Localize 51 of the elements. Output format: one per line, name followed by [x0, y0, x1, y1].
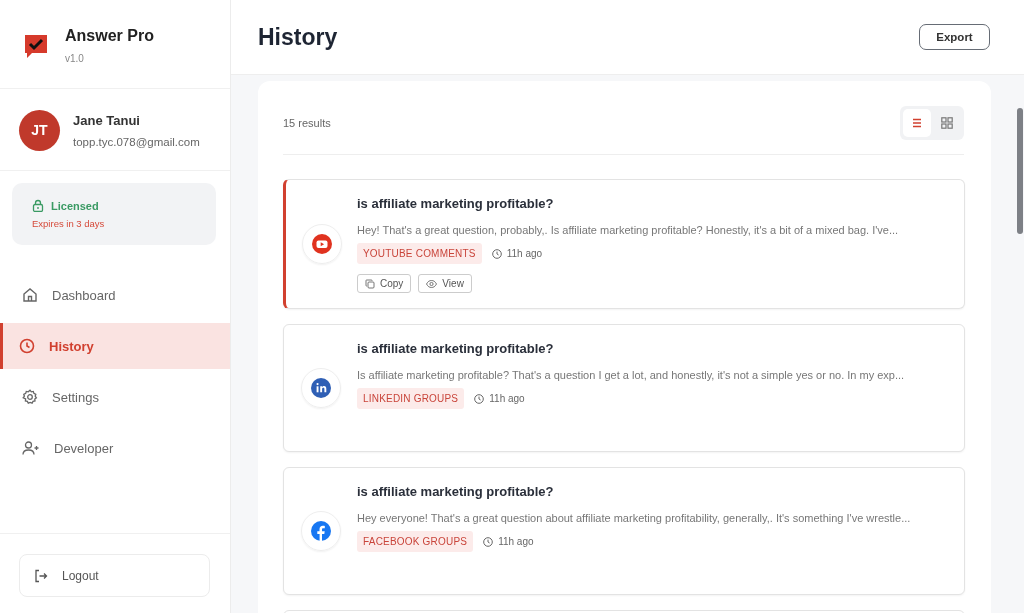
- history-card[interactable]: is affiliate marketing profitable? Hey everyone! That's a great question about affiliate marketing profitability, generally,. It's something I've wrestle... FACEBOOK GROUPS 11h ago: [283, 467, 965, 595]
- nav-item[interactable]: Developer: [0, 425, 230, 471]
- answer-excerpt: Hey everyone! That's a great question about affiliate marketing profitability, generally,. It's something I've wrestle...: [357, 512, 911, 524]
- answer-excerpt: Is affiliate marketing profitable? That's a question I get a lot, and honestly, it's not a simple yes or no. In my exp...: [357, 369, 905, 381]
- license-status: Licensed: [51, 199, 99, 212]
- platform-tag: YOUTUBE COMMENTS: [357, 243, 482, 264]
- clock-icon: [483, 536, 494, 547]
- scrollbar-thumb[interactable]: [1017, 108, 1023, 234]
- history-card[interactable]: is affiliate marketing profitable? Is affiliate marketing profitable? That's a question I get a lot, and honestly, it's not a simple yes or no. In my exp... LINKEDIN GROUPS 11h ago: [283, 324, 965, 452]
- nav-item[interactable]: Settings: [0, 374, 230, 420]
- home-icon: [22, 287, 38, 303]
- timestamp: 11h ago: [489, 393, 525, 404]
- avatar: JT: [19, 109, 60, 151]
- question-title: is affiliate marketing profitable?: [357, 484, 555, 499]
- answer-excerpt: Hey! That's a great question, probably,. Is affiliate marketing profitable? Honestly, it's a bit of a mixed bag. I've...: [357, 224, 899, 236]
- linkedin-icon: [310, 378, 331, 398]
- nav-item[interactable]: History: [0, 323, 230, 369]
- video-play-icon: [311, 234, 332, 254]
- view-button[interactable]: View: [418, 274, 472, 293]
- results-count: 15 results: [283, 117, 331, 129]
- list-icon: [912, 118, 922, 128]
- settings-icon: [22, 389, 38, 405]
- app-version: v1.0: [65, 53, 85, 64]
- nav-item[interactable]: Dashboard: [0, 272, 230, 318]
- export-button[interactable]: Export: [919, 24, 990, 50]
- grid-icon: [941, 117, 953, 129]
- lock-icon: [32, 199, 44, 212]
- user-plus-icon: [22, 440, 40, 456]
- facebook-icon: [310, 521, 331, 541]
- eye-icon: [426, 279, 438, 288]
- logout-icon: [34, 568, 48, 583]
- question-title: is affiliate marketing profitable?: [357, 341, 555, 356]
- copy-button[interactable]: Copy: [357, 274, 412, 293]
- clock-icon: [19, 338, 35, 354]
- clock-icon: [491, 248, 502, 259]
- copy-icon: [365, 278, 375, 289]
- user-email: topp.tyc.078@gmail.com: [73, 135, 200, 148]
- clock-icon: [474, 393, 485, 404]
- license-expiry: Expires in 3 days: [32, 218, 106, 229]
- logout-button[interactable]: Logout: [19, 554, 210, 597]
- page-title: History: [258, 23, 338, 51]
- list-view-button[interactable]: [903, 109, 931, 137]
- platform-tag: FACEBOOK GROUPS: [357, 531, 474, 552]
- timestamp: 11h ago: [498, 536, 534, 547]
- history-card[interactable]: is affiliate marketing profitable? Hey! That's a great question, probably,. Is affiliate marketing profitable? Honestly, it's a bit of a mixed bag. I've... YOUTUBE COMMENTS 11h ago Copy View: [283, 179, 965, 309]
- app-name: Answer Pro: [65, 27, 154, 45]
- logo-icon: [23, 33, 49, 61]
- platform-tag: LINKEDIN GROUPS: [357, 388, 465, 409]
- question-title: is affiliate marketing profitable?: [357, 196, 555, 211]
- timestamp: 11h ago: [506, 248, 543, 259]
- user-name: Jane Tanui: [73, 112, 141, 128]
